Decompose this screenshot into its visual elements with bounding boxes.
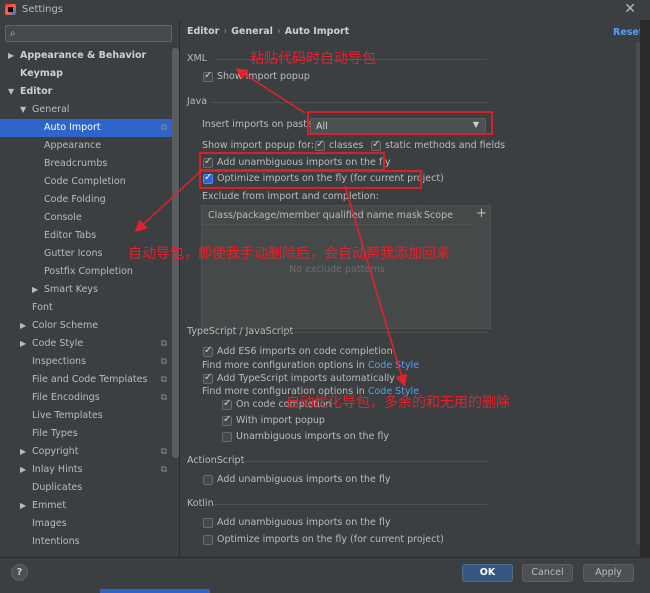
arrow-to-optimize-note xyxy=(344,185,408,387)
arrow-to-paste-note xyxy=(235,68,306,114)
annotation-auto: 自动导包，即使我手动删除后，会自动帮我添加回来 xyxy=(128,246,450,262)
arrow-to-auto-note xyxy=(134,169,203,233)
annotation-arrows xyxy=(134,68,408,387)
annotation-paste: 粘贴代码时自动导包 xyxy=(250,51,376,67)
annotation-optimize: 自动优化导包，多余的和无用的删除 xyxy=(286,395,510,411)
